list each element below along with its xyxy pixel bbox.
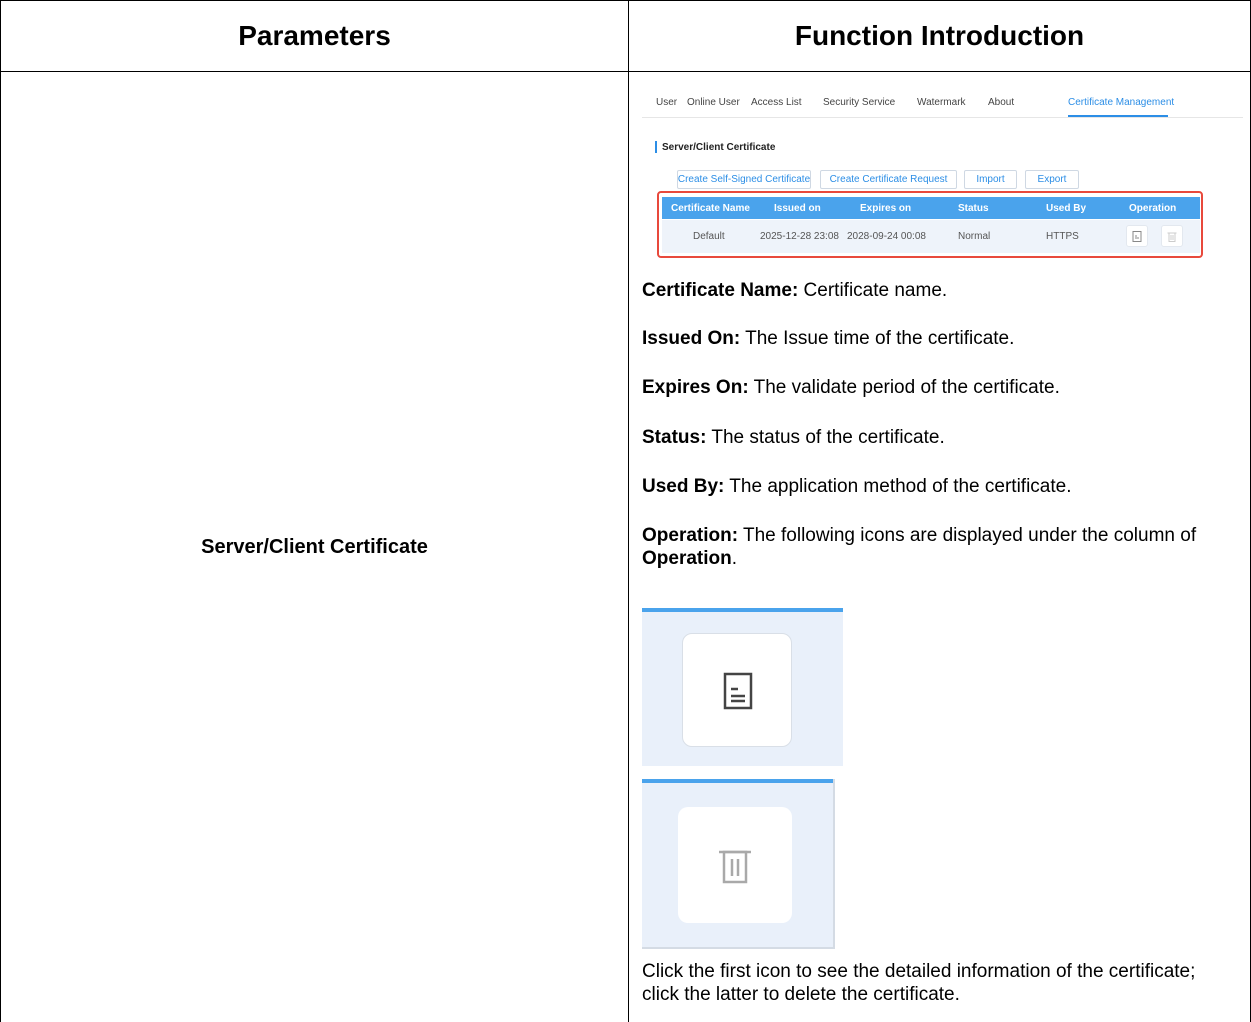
term-status: Status: bbox=[642, 427, 707, 448]
desc-text: The Issue time of the certificate. bbox=[740, 328, 1015, 349]
tab-bar: User Online User Access List Security Se… bbox=[642, 84, 1243, 118]
header-divider bbox=[0, 71, 1251, 72]
term-certificate-name: Certificate Name: bbox=[642, 280, 799, 301]
header-function-introduction: Function Introduction bbox=[794, 19, 1085, 51]
active-tab-indicator bbox=[1068, 115, 1168, 117]
zoomed-delete-card bbox=[678, 807, 792, 923]
desc-text: The status of the certificate. bbox=[706, 427, 945, 448]
desc-used-by: Used By: The application method of the c… bbox=[642, 475, 1242, 498]
delete-icon bbox=[719, 850, 751, 884]
zoom-header-bar bbox=[642, 779, 833, 783]
header-parameters: Parameters bbox=[238, 19, 391, 51]
export-button[interactable]: Export bbox=[1025, 170, 1079, 189]
desc-expires-on: Expires On: The validate period of the c… bbox=[642, 376, 1242, 399]
create-request-button[interactable]: Create Certificate Request bbox=[820, 170, 957, 189]
desc-issued-on: Issued On: The Issue time of the certifi… bbox=[642, 327, 1242, 350]
desc-status: Status: The status of the certificate. bbox=[642, 426, 1242, 449]
desc-operation: Operation: The following icons are displ… bbox=[642, 524, 1232, 570]
certificate-screenshot: User Online User Access List Security Se… bbox=[642, 84, 1243, 265]
document-table: Parameters Function Introduction Server/… bbox=[0, 0, 1251, 1022]
zoomed-detail-icon-image bbox=[642, 608, 843, 766]
tab-certificate-management[interactable]: Certificate Management bbox=[1068, 97, 1174, 108]
table-divider bbox=[628, 0, 629, 1022]
section-title: Server/Client Certificate bbox=[662, 142, 776, 153]
footer-instruction: Click the first icon to see the detailed… bbox=[642, 961, 1196, 1005]
desc-certificate-name: Certificate Name: Certificate name. bbox=[642, 279, 1242, 302]
term-operation: Operation: bbox=[642, 525, 739, 546]
desc-text-end: . bbox=[731, 548, 738, 569]
section-marker bbox=[655, 141, 657, 153]
tab-user[interactable]: User bbox=[656, 97, 677, 108]
term-used-by: Used By: bbox=[642, 476, 725, 497]
desc-text: The validate period of the certificate. bbox=[748, 377, 1060, 398]
tab-access-list[interactable]: Access List bbox=[751, 97, 802, 108]
zoom-header-bar bbox=[642, 608, 843, 612]
import-button[interactable]: Import bbox=[964, 170, 1017, 189]
zoomed-detail-card bbox=[682, 633, 792, 747]
zoomed-delete-icon-image bbox=[642, 779, 835, 949]
term-operation-inline: Operation bbox=[642, 548, 732, 569]
desc-text: The following icons are displayed under … bbox=[738, 525, 1197, 546]
desc-text: The application method of the certificat… bbox=[724, 476, 1072, 497]
tab-about[interactable]: About bbox=[988, 97, 1014, 108]
term-expires-on: Expires On: bbox=[642, 377, 749, 398]
tab-watermark[interactable]: Watermark bbox=[917, 97, 966, 108]
term-issued-on: Issued On: bbox=[642, 328, 741, 349]
tab-security-service[interactable]: Security Service bbox=[823, 97, 895, 108]
table-border-left bbox=[0, 0, 1, 1022]
highlight-box bbox=[657, 191, 1203, 258]
create-self-signed-button[interactable]: Create Self-Signed Certificate bbox=[677, 170, 811, 189]
detail-icon bbox=[723, 672, 753, 710]
desc-text: Certificate name. bbox=[798, 280, 948, 301]
tab-online-user[interactable]: Online User bbox=[687, 97, 740, 108]
parameter-name: Server/Client Certificate bbox=[201, 536, 428, 558]
